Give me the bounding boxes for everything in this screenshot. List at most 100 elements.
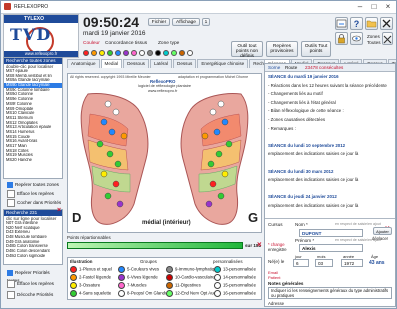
folder-icon[interactable] bbox=[365, 17, 378, 30]
clear-icon[interactable] bbox=[382, 32, 393, 45]
color-dot[interactable] bbox=[99, 50, 105, 56]
color-dot[interactable] bbox=[123, 50, 129, 56]
reperes-provisoires-button[interactable]: Repères provisoires bbox=[266, 41, 298, 57]
legend-swatch bbox=[214, 282, 221, 289]
fichier-menu[interactable]: Fichier bbox=[148, 18, 170, 26]
main-tab-3[interactable]: Latéral bbox=[149, 59, 172, 68]
sub-tab-route[interactable]: Route bbox=[285, 65, 297, 70]
date-label: mardi 19 janvier 2016 bbox=[83, 30, 146, 37]
main-tab-1[interactable]: Medial bbox=[100, 59, 123, 68]
legend-item[interactable]: 7-Muscles bbox=[118, 282, 147, 289]
legend-swatch bbox=[214, 290, 221, 297]
nom-field[interactable]: DUPONT bbox=[299, 229, 363, 237]
legend-item[interactable]: 13-personnalisée bbox=[214, 266, 256, 273]
uncheck-icon bbox=[7, 291, 15, 299]
feet-svg bbox=[80, 93, 249, 225]
close-icon[interactable]: × bbox=[381, 2, 395, 12]
session-line: - Réactions dans les 12 heures suivant l… bbox=[268, 82, 387, 88]
lock-icon[interactable] bbox=[335, 32, 348, 45]
legend-item[interactable]: 9-Immuno-lymphatiques bbox=[166, 266, 221, 273]
outils-tout-points-button[interactable]: Outils Tout points bbox=[301, 41, 331, 57]
color-dot[interactable] bbox=[147, 50, 153, 56]
legend-swatch bbox=[118, 274, 125, 281]
clear-points-icon[interactable]: × bbox=[257, 240, 262, 249]
check-icon bbox=[7, 199, 15, 207]
title-bar: REFLEXOPRO – □ × bbox=[1, 1, 396, 14]
legend-item[interactable]: 5-Couleurs vives bbox=[118, 266, 159, 273]
color-dot[interactable] bbox=[131, 50, 137, 56]
legend-item[interactable]: 6-Vives légende bbox=[118, 274, 158, 281]
feet-diagram: All rights reserved. copyright 1993 Mire… bbox=[67, 73, 262, 233]
close-priorities-icon[interactable]: × bbox=[57, 207, 61, 214]
maximize-icon[interactable]: □ bbox=[367, 2, 381, 12]
legend-text: 15-personnalisée bbox=[223, 282, 256, 288]
color-dot[interactable] bbox=[115, 50, 121, 56]
main-tab-5[interactable]: Energétique chinoise bbox=[197, 59, 249, 68]
main-tab-2[interactable]: Dessous bbox=[123, 59, 149, 68]
legend-text: 6-Vives légende bbox=[127, 274, 158, 280]
legend-swatch bbox=[214, 274, 221, 281]
search-zones-panel: Recherche toutes zones double-clic pour … bbox=[3, 57, 63, 179]
concordance-label: Concordance tissus bbox=[105, 41, 148, 46]
legend-item[interactable]: 4-Sans squelette bbox=[70, 290, 111, 297]
legend-item[interactable]: 14-personnalisée bbox=[214, 274, 256, 281]
legend-item[interactable]: 16-personnalisée bbox=[214, 290, 256, 297]
efface-reperes-2-button[interactable]: Efface les repères bbox=[7, 280, 63, 288]
legend-item[interactable]: 8-Peops/ Om Glandules bbox=[118, 290, 173, 297]
main-tab-4[interactable]: Dessus bbox=[173, 59, 197, 68]
session-line: emplacement des indications saisies ce j… bbox=[268, 203, 359, 208]
legend-item[interactable]: 3-Ossature bbox=[70, 282, 100, 289]
legend-text: 5-Couleurs vives bbox=[127, 266, 160, 272]
legend-text: 2-Fastol légende bbox=[79, 274, 112, 280]
app-window: REFLEXOPRO – □ × TYLEXO TVD www.reflexop… bbox=[0, 0, 397, 309]
cocher-priorites-button[interactable]: Cocher dans Priorités bbox=[7, 199, 63, 207]
ajouter-button[interactable]: Ajouter bbox=[373, 227, 392, 235]
decoche-priorites-button[interactable]: Décoche Priorités bbox=[7, 291, 63, 299]
legend-item[interactable]: 2-Fastol légende bbox=[70, 274, 111, 281]
efface-reperes-button[interactable]: Efface les repères bbox=[7, 190, 63, 198]
session-line: SÉANCE du mardi 19 janvier 2016 bbox=[268, 74, 339, 79]
notes-label: Notes générales bbox=[268, 281, 304, 286]
reperer-priorites-button[interactable]: Repérer Priorités toutes bbox=[7, 269, 63, 283]
main-tab-0[interactable]: Anatomique bbox=[67, 59, 100, 68]
zone-list-item[interactable]: MS20 Hanche bbox=[4, 158, 62, 163]
reperer-toutes-button[interactable]: Repérer toutes zones bbox=[7, 181, 63, 189]
prenom-field[interactable]: Alexis bbox=[299, 244, 363, 252]
color-dot[interactable] bbox=[139, 50, 145, 56]
color-dot-row bbox=[83, 50, 203, 57]
color-dot[interactable] bbox=[107, 50, 113, 56]
sub-tab-sorne[interactable]: Sorne bbox=[268, 65, 280, 70]
legend-title: Illustration bbox=[70, 259, 93, 264]
legend-item[interactable]: 11-Digestives bbox=[166, 282, 201, 289]
affichage-menu[interactable]: Affichage bbox=[172, 18, 200, 26]
color-dot[interactable] bbox=[179, 50, 185, 56]
color-dot[interactable] bbox=[187, 50, 193, 56]
help-icon[interactable]: ? bbox=[350, 17, 363, 30]
annee-field[interactable]: 1972 bbox=[341, 259, 363, 267]
color-dot[interactable] bbox=[83, 50, 89, 56]
legend-item[interactable]: 1-Plexus et squel bbox=[70, 266, 112, 273]
color-dot[interactable] bbox=[163, 50, 169, 56]
mois-field[interactable]: 03 bbox=[315, 259, 333, 267]
legend-item[interactable]: 15-personnalisée bbox=[214, 282, 256, 289]
color-dot[interactable] bbox=[91, 50, 97, 56]
legend-item[interactable]: 12-End Nerv Opt Audit bbox=[166, 290, 218, 297]
age-value: 43 ans bbox=[369, 260, 385, 266]
eye-icon[interactable] bbox=[350, 32, 363, 45]
app-icon bbox=[4, 3, 11, 10]
jour-field[interactable]: 6 bbox=[293, 259, 309, 267]
priorities-panel: Recherche 231 Prioritaires clic sur lign… bbox=[3, 209, 63, 265]
outil-points-button[interactable]: Outil tout points non définis bbox=[231, 41, 263, 59]
notes-field[interactable]: Indiquer ici les renseignements généraux… bbox=[268, 287, 392, 299]
legend-item[interactable]: 10-Cardio-vasculaires bbox=[166, 274, 217, 281]
toutes-label: Toutes bbox=[367, 40, 381, 45]
export-icon[interactable] bbox=[335, 17, 348, 30]
color-dot[interactable] bbox=[171, 50, 177, 56]
minimize-icon[interactable]: – bbox=[353, 2, 367, 12]
number-selector[interactable]: 1 bbox=[202, 18, 210, 26]
color-dot[interactable] bbox=[155, 50, 161, 56]
window-close-icon[interactable] bbox=[380, 17, 393, 30]
priority-list-item[interactable]: D48d Colon sigmoide bbox=[4, 254, 62, 259]
app-title: REFLEXOPRO bbox=[14, 4, 49, 10]
legend-swatch bbox=[214, 266, 221, 273]
